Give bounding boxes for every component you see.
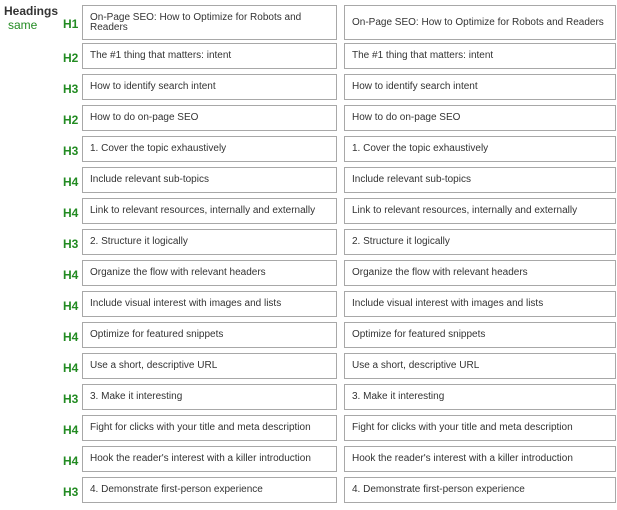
headings-comparison-list: H1 On-Page SEO: How to Optimize for Robo… bbox=[0, 5, 617, 508]
current-heading-field[interactable]: Include visual interest with images and … bbox=[82, 291, 337, 317]
heading-row: H1 On-Page SEO: How to Optimize for Robo… bbox=[0, 5, 617, 43]
current-heading-field[interactable]: The #1 thing that matters: intent bbox=[82, 43, 337, 69]
heading-level-tag: H1 bbox=[63, 17, 79, 31]
heading-level-tag: H3 bbox=[63, 237, 79, 251]
current-heading-field[interactable]: How to identify search intent bbox=[82, 74, 337, 100]
heading-level-tag: H4 bbox=[63, 330, 79, 344]
heading-level-tag: H2 bbox=[63, 113, 79, 127]
heading-row: H4 Use a short, descriptive URL Use a sh… bbox=[0, 353, 617, 384]
heading-level-tag: H2 bbox=[63, 51, 79, 65]
heading-level-tag: H4 bbox=[63, 206, 79, 220]
heading-row: H4 Include relevant sub-topics Include r… bbox=[0, 167, 617, 198]
compare-heading-field[interactable]: The #1 thing that matters: intent bbox=[344, 43, 616, 69]
heading-level-tag: H4 bbox=[63, 268, 79, 282]
compare-heading-field[interactable]: 2. Structure it logically bbox=[344, 229, 616, 255]
current-heading-field[interactable]: On-Page SEO: How to Optimize for Robots … bbox=[82, 5, 337, 40]
heading-level-tag: H4 bbox=[63, 454, 79, 468]
heading-level-tag: H3 bbox=[63, 82, 79, 96]
heading-level-tag: H4 bbox=[63, 299, 79, 313]
heading-row: H3 3. Make it interesting 3. Make it int… bbox=[0, 384, 617, 415]
current-heading-field[interactable]: 2. Structure it logically bbox=[82, 229, 337, 255]
heading-row: H4 Organize the flow with relevant heade… bbox=[0, 260, 617, 291]
compare-heading-field[interactable]: Include visual interest with images and … bbox=[344, 291, 616, 317]
compare-heading-field[interactable]: Use a short, descriptive URL bbox=[344, 353, 616, 379]
heading-row: H4 Include visual interest with images a… bbox=[0, 291, 617, 322]
current-heading-field[interactable]: Organize the flow with relevant headers bbox=[82, 260, 337, 286]
compare-heading-field[interactable]: How to identify search intent bbox=[344, 74, 616, 100]
heading-level-tag: H4 bbox=[63, 361, 79, 375]
heading-row: H3 2. Structure it logically 2. Structur… bbox=[0, 229, 617, 260]
current-heading-field[interactable]: 1. Cover the topic exhaustively bbox=[82, 136, 337, 162]
heading-row: H3 How to identify search intent How to … bbox=[0, 74, 617, 105]
compare-heading-field[interactable]: 3. Make it interesting bbox=[344, 384, 616, 410]
heading-row: H2 The #1 thing that matters: intent The… bbox=[0, 43, 617, 74]
compare-heading-field[interactable]: 4. Demonstrate first-person experience bbox=[344, 477, 616, 503]
compare-heading-field[interactable]: 1. Cover the topic exhaustively bbox=[344, 136, 616, 162]
heading-row: H3 4. Demonstrate first-person experienc… bbox=[0, 477, 617, 508]
heading-row: H4 Optimize for featured snippets Optimi… bbox=[0, 322, 617, 353]
compare-heading-field[interactable]: Fight for clicks with your title and met… bbox=[344, 415, 616, 441]
current-heading-field[interactable]: Use a short, descriptive URL bbox=[82, 353, 337, 379]
heading-level-tag: H4 bbox=[63, 175, 79, 189]
heading-row: H4 Fight for clicks with your title and … bbox=[0, 415, 617, 446]
current-heading-field[interactable]: Fight for clicks with your title and met… bbox=[82, 415, 337, 441]
heading-level-tag: H3 bbox=[63, 392, 79, 406]
current-heading-field[interactable]: Hook the reader's interest with a killer… bbox=[82, 446, 337, 472]
heading-row: H4 Hook the reader's interest with a kil… bbox=[0, 446, 617, 477]
compare-heading-field[interactable]: Hook the reader's interest with a killer… bbox=[344, 446, 616, 472]
compare-heading-field[interactable]: Optimize for featured snippets bbox=[344, 322, 616, 348]
heading-level-tag: H3 bbox=[63, 485, 79, 499]
current-heading-field[interactable]: Include relevant sub-topics bbox=[82, 167, 337, 193]
current-heading-field[interactable]: 4. Demonstrate first-person experience bbox=[82, 477, 337, 503]
heading-row: H2 How to do on-page SEO How to do on-pa… bbox=[0, 105, 617, 136]
heading-level-tag: H3 bbox=[63, 144, 79, 158]
compare-heading-field[interactable]: Link to relevant resources, internally a… bbox=[344, 198, 616, 224]
compare-heading-field[interactable]: On-Page SEO: How to Optimize for Robots … bbox=[344, 5, 616, 40]
current-heading-field[interactable]: Optimize for featured snippets bbox=[82, 322, 337, 348]
compare-heading-field[interactable]: Include relevant sub-topics bbox=[344, 167, 616, 193]
current-heading-field[interactable]: Link to relevant resources, internally a… bbox=[82, 198, 337, 224]
current-heading-field[interactable]: 3. Make it interesting bbox=[82, 384, 337, 410]
heading-row: H3 1. Cover the topic exhaustively 1. Co… bbox=[0, 136, 617, 167]
compare-heading-field[interactable]: How to do on-page SEO bbox=[344, 105, 616, 131]
heading-level-tag: H4 bbox=[63, 423, 79, 437]
heading-row: H4 Link to relevant resources, internall… bbox=[0, 198, 617, 229]
current-heading-field[interactable]: How to do on-page SEO bbox=[82, 105, 337, 131]
compare-heading-field[interactable]: Organize the flow with relevant headers bbox=[344, 260, 616, 286]
